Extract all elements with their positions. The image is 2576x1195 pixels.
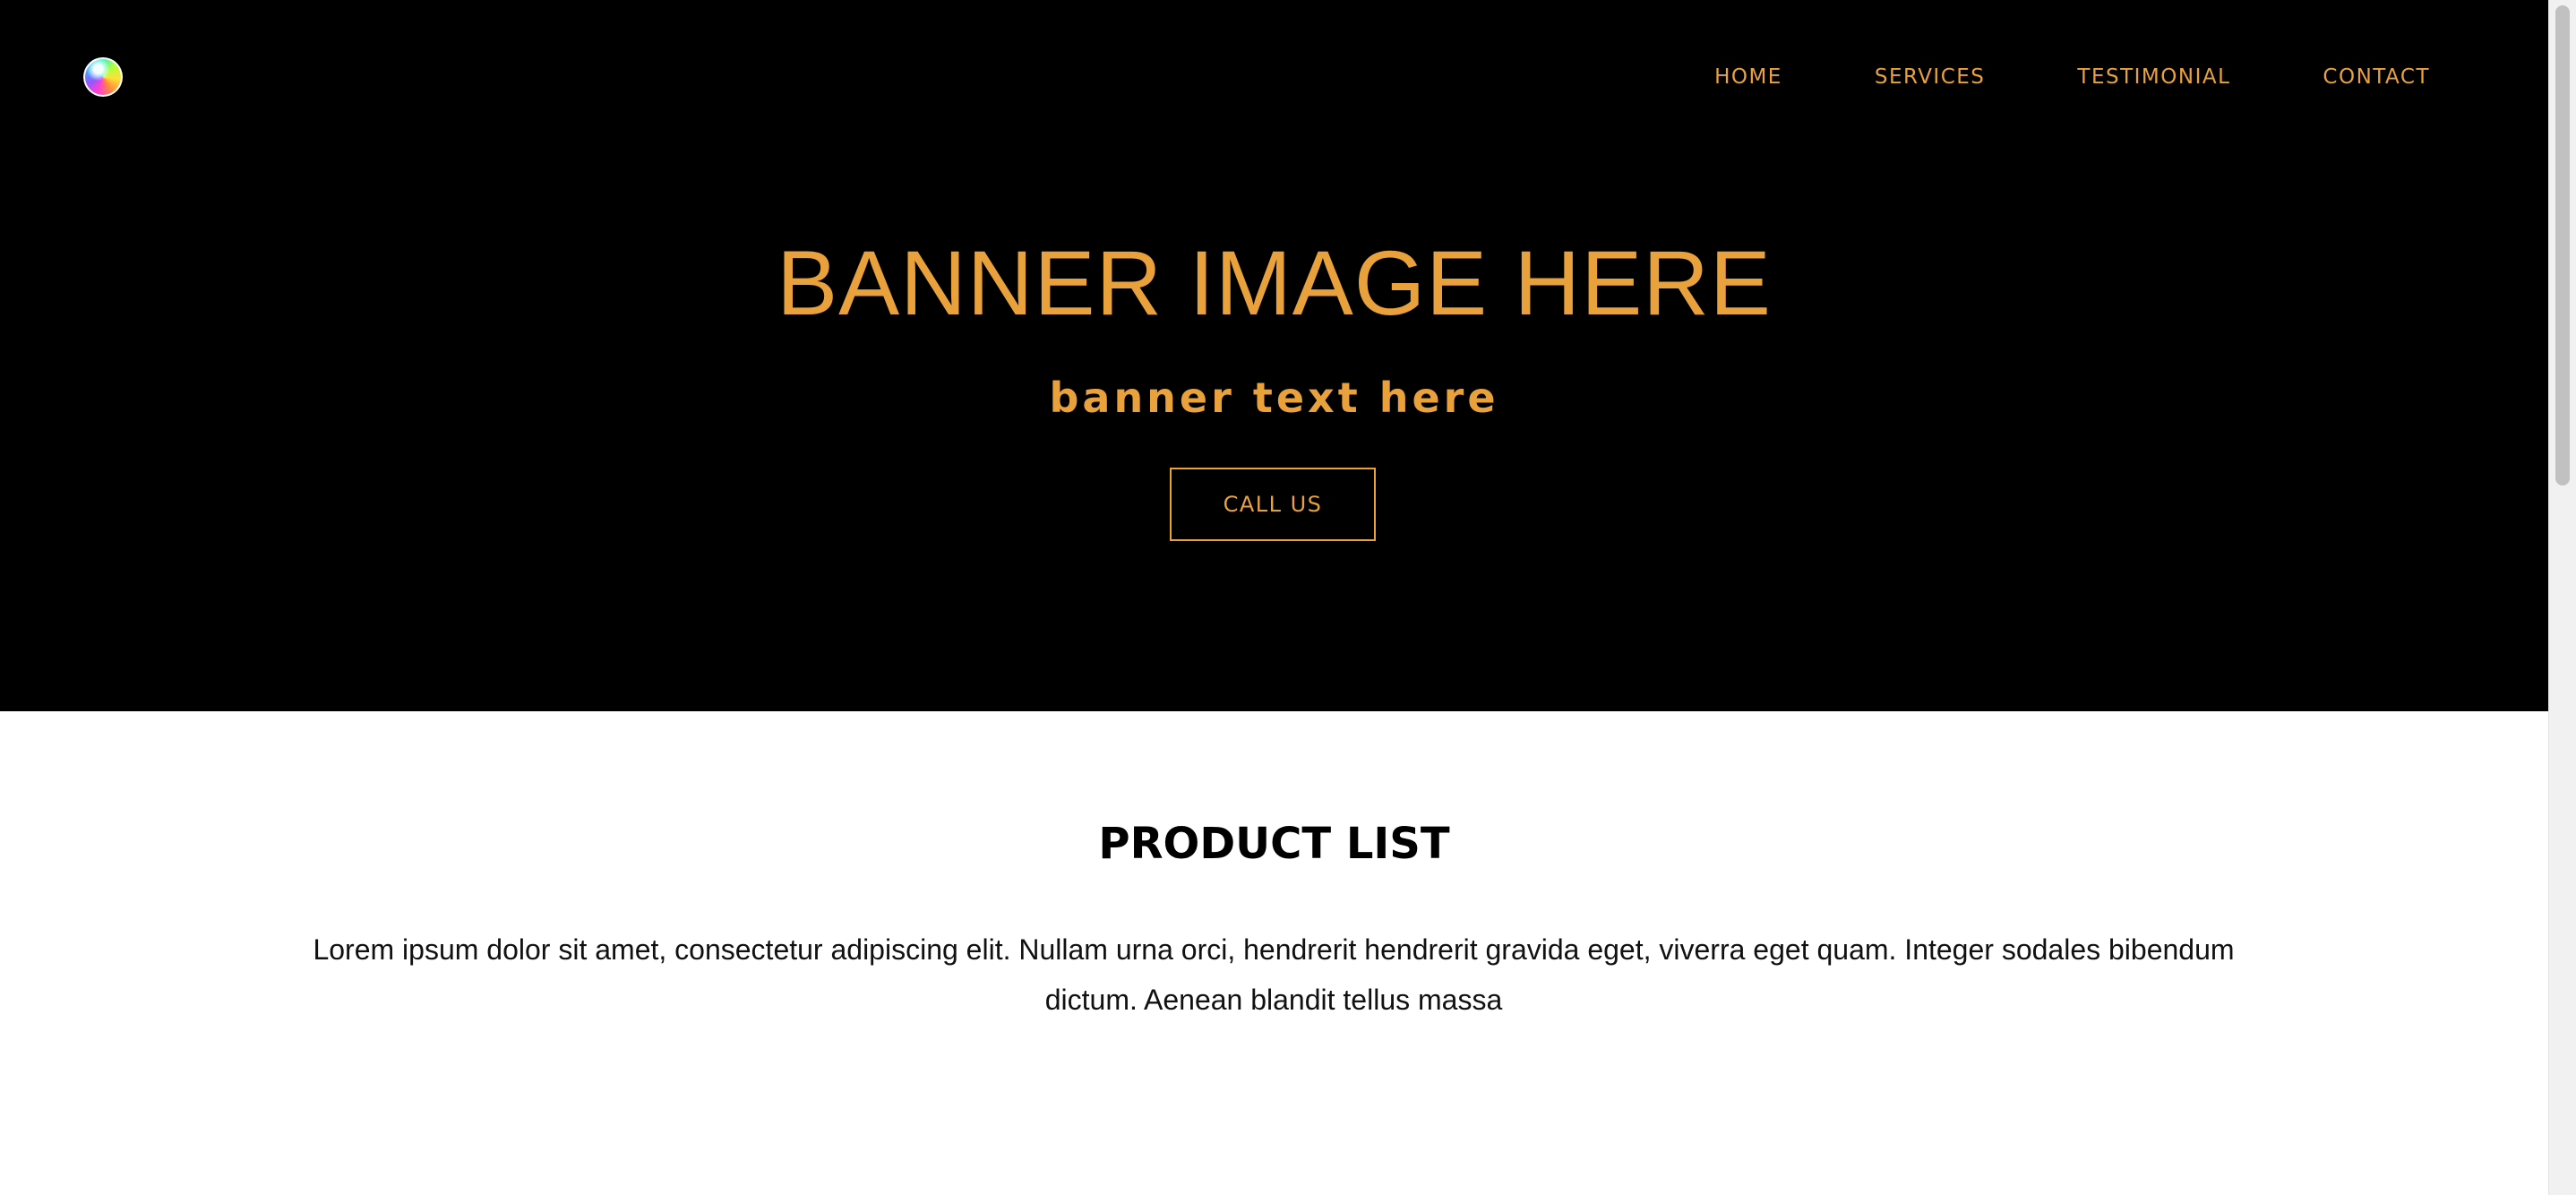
nav-link-services[interactable]: SERVICES <box>1875 65 1986 89</box>
product-list-title: PRODUCT LIST <box>1098 819 1450 869</box>
page: HOME SERVICES TESTIMONIAL CONTACT BANNER… <box>0 0 2548 1195</box>
hero-banner: HOME SERVICES TESTIMONIAL CONTACT BANNER… <box>0 0 2548 711</box>
hero-subtitle: banner text here <box>1049 374 1499 422</box>
nav-link-home[interactable]: HOME <box>1714 65 1782 89</box>
product-list-description: Lorem ipsum dolor sit amet, consectetur … <box>313 933 2235 1016</box>
nav-link-contact[interactable]: CONTACT <box>2323 65 2430 89</box>
nav-link-testimonial[interactable]: TESTIMONIAL <box>2077 65 2230 89</box>
main-nav: HOME SERVICES TESTIMONIAL CONTACT <box>1714 59 2430 95</box>
logo-icon[interactable] <box>83 57 123 97</box>
scrollbar-thumb[interactable] <box>2555 5 2570 486</box>
hero-title: BANNER IMAGE HERE <box>777 232 1772 334</box>
vertical-scrollbar[interactable] <box>2548 0 2576 1195</box>
call-us-button[interactable]: CALL US <box>1170 468 1376 541</box>
